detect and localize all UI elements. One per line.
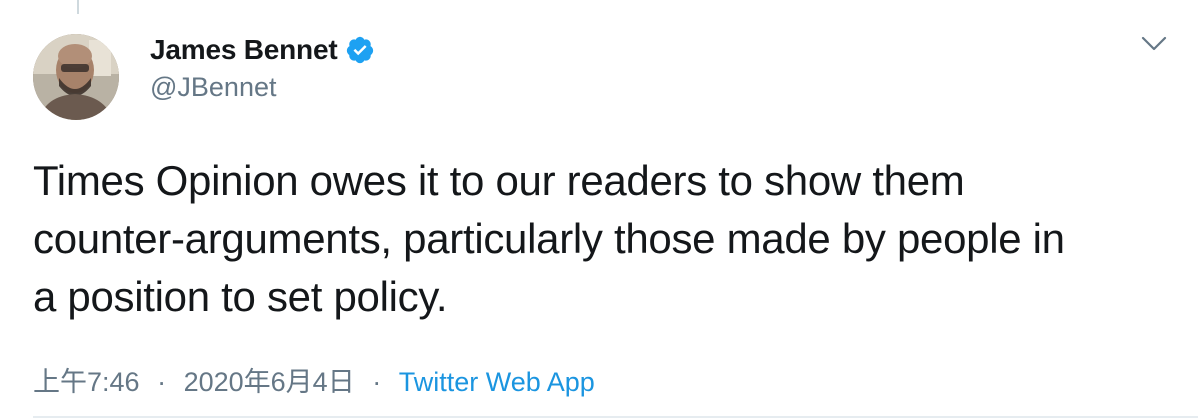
thread-connector: [77, 0, 79, 14]
display-name[interactable]: James Bennet: [150, 34, 338, 66]
meta-separator: ·: [372, 367, 382, 397]
tweet-card: James Bennet @JBennet Times Opinion owes…: [0, 0, 1198, 418]
chevron-down-icon[interactable]: [1140, 34, 1168, 54]
tweet-time[interactable]: 上午7:46: [33, 367, 140, 397]
verified-badge-icon: [345, 35, 375, 65]
tweet-meta: 上午7:46 · 2020年6月4日 · Twitter Web App: [33, 360, 595, 399]
tweet-text: Times Opinion owes it to our readers to …: [33, 157, 1065, 320]
tweet-date[interactable]: 2020年6月4日: [184, 367, 355, 397]
avatar-image: [33, 34, 119, 120]
meta-separator: ·: [157, 367, 167, 397]
tweet-source-link[interactable]: Twitter Web App: [399, 367, 595, 397]
user-handle[interactable]: @JBennet: [150, 72, 276, 103]
author-name-row[interactable]: James Bennet: [150, 30, 375, 70]
avatar[interactable]: [33, 34, 119, 120]
